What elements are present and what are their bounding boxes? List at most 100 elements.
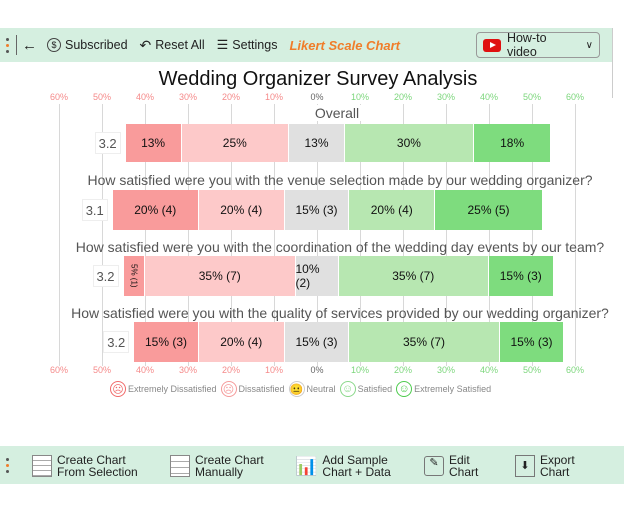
legend-item: ☹ Extremely Dissatisfied bbox=[110, 381, 217, 397]
face-icon: ☺ bbox=[339, 381, 356, 397]
bar-segment: 20% (4) bbox=[112, 190, 199, 230]
drag-handle-icon[interactable] bbox=[6, 457, 9, 473]
sliders-icon: ☰ bbox=[216, 37, 229, 52]
x-tick-top: 40% bbox=[479, 92, 499, 102]
x-tick-top: 10% bbox=[264, 92, 284, 102]
bar-segment: 35% (7) bbox=[145, 256, 296, 296]
howto-label: How-to video bbox=[506, 31, 547, 59]
x-tick-top: 50% bbox=[92, 92, 112, 102]
gridline bbox=[575, 104, 576, 366]
mean-score: 3.2 bbox=[103, 331, 130, 353]
likert-chart: Wedding Organizer Survey Analysis 60% 60%… bbox=[0, 62, 624, 442]
bar-segment: 5% (1) bbox=[123, 256, 145, 296]
legend-item: ☺ Extremely Satisfied bbox=[396, 381, 491, 397]
form-icon bbox=[170, 455, 190, 477]
x-tick-top: 20% bbox=[393, 92, 413, 102]
sample-chart-icon: 📊 bbox=[295, 456, 318, 476]
x-tick-bottom: 30% bbox=[436, 365, 456, 375]
add-sample-chart-button[interactable]: 📊 Add Sample Chart + Data bbox=[295, 454, 391, 478]
bar-segment: 15% (3) bbox=[489, 256, 554, 296]
x-tick-bottom: 20% bbox=[221, 365, 241, 375]
settings-label: Settings bbox=[232, 38, 278, 52]
x-tick-bottom: 0% bbox=[310, 365, 324, 375]
legend-label: Extremely Dissatisfied bbox=[128, 384, 217, 394]
question-label: How satisfied were you with the coordina… bbox=[75, 239, 605, 255]
x-tick-top: 20% bbox=[221, 92, 241, 102]
create-chart-manually-button[interactable]: Create Chart Manually bbox=[170, 454, 264, 478]
bar-segment: 15% (3) bbox=[284, 322, 350, 362]
x-tick-bottom: 50% bbox=[92, 365, 112, 375]
how-to-video-dropdown[interactable]: How-to video ∨ bbox=[476, 31, 600, 59]
bar-segment: 15% (3) bbox=[284, 190, 350, 230]
gridline bbox=[59, 104, 60, 366]
question-label: Overall bbox=[290, 105, 384, 121]
subscribed-label: Subscribed bbox=[65, 38, 128, 52]
x-tick-bottom: 10% bbox=[264, 365, 284, 375]
b1-line2: From Selection bbox=[57, 465, 138, 479]
x-tick-bottom: 10% bbox=[350, 365, 370, 375]
bar-segment: 35% (7) bbox=[338, 256, 489, 296]
dollar-icon: $ bbox=[47, 38, 61, 52]
top-toolbar: ← $ Subscribed ↶ Reset All ☰ Settings Liker… bbox=[0, 28, 612, 62]
reset-icon: ↶ bbox=[139, 36, 152, 53]
x-tick-top: 50% bbox=[522, 92, 542, 102]
settings-button[interactable]: ☰ Settings bbox=[217, 37, 278, 53]
bar-segment: 13% bbox=[289, 124, 345, 162]
face-icon: ☹ bbox=[220, 381, 237, 397]
x-tick-bottom: 30% bbox=[178, 365, 198, 375]
legend-label: Neutral bbox=[306, 384, 336, 394]
youtube-icon bbox=[483, 38, 501, 52]
b4-line2: Chart bbox=[449, 465, 479, 479]
back-arrow-icon[interactable]: ← bbox=[22, 37, 37, 54]
b3-line2: Chart + Data bbox=[322, 465, 391, 479]
drag-handle-icon[interactable] bbox=[6, 37, 9, 53]
bottom-toolbar: Create Chart From Selection Create Chart M… bbox=[0, 446, 624, 484]
question-label: How satisfied were you with the quality … bbox=[71, 305, 609, 321]
b5-line2: Chart bbox=[540, 465, 570, 479]
bar-segment: 25% (5) bbox=[435, 190, 543, 230]
x-tick-top: 60% bbox=[565, 92, 585, 102]
x-tick-bottom: 40% bbox=[479, 365, 499, 375]
face-icon: ☺ bbox=[396, 381, 413, 397]
reset-all-button[interactable]: ↶ Reset All bbox=[140, 37, 205, 54]
x-tick-top: 10% bbox=[350, 92, 370, 102]
create-chart-from-selection-button[interactable]: Create Chart From Selection bbox=[32, 454, 138, 478]
bar-segment: 10% (2) bbox=[295, 256, 339, 296]
chart-title: Wedding Organizer Survey Analysis bbox=[158, 68, 478, 90]
face-icon: 😐 bbox=[288, 381, 305, 397]
x-tick-bottom: 60% bbox=[565, 365, 585, 375]
mean-score: 3.2 bbox=[94, 132, 121, 154]
table-icon bbox=[32, 455, 52, 477]
x-tick-bottom: 50% bbox=[522, 365, 542, 375]
bar-segment: 15% (3) bbox=[134, 322, 199, 362]
x-tick-bottom: 20% bbox=[393, 365, 413, 375]
b2-line2: Manually bbox=[195, 465, 244, 479]
x-tick-top: 60% bbox=[49, 92, 69, 102]
bar-segment: 25% bbox=[181, 124, 290, 162]
bar-segment: 18% bbox=[473, 124, 552, 162]
legend-label: Dissatisfied bbox=[238, 384, 285, 394]
export-chart-button[interactable]: ⬇ Export Chart bbox=[515, 454, 575, 478]
x-tick-bottom: 40% bbox=[135, 365, 155, 375]
legend-label: Extremely Satisfied bbox=[414, 384, 492, 394]
legend-item: 😐 Neutral bbox=[288, 381, 336, 397]
bar-segment: 20% (4) bbox=[198, 190, 285, 230]
x-tick-top: 0% bbox=[310, 92, 324, 102]
legend: ☹ Extremely Dissatisfied ☹ Dissatisfied 😐 Neu… bbox=[110, 381, 493, 397]
x-tick-top: 30% bbox=[178, 92, 198, 102]
face-icon: ☹ bbox=[110, 381, 126, 397]
bar-segment: 20% (4) bbox=[349, 190, 436, 230]
edit-chart-button[interactable]: ✎ Edit Chart bbox=[424, 454, 478, 478]
app-title: Likert Scale Chart bbox=[289, 37, 400, 53]
legend-label: Satisfied bbox=[357, 384, 393, 394]
subscribed-button[interactable]: $ Subscribed bbox=[47, 38, 128, 52]
reset-label: Reset All bbox=[155, 38, 205, 52]
mean-score: 3.1 bbox=[81, 199, 108, 221]
bar-segment: 15% (3) bbox=[499, 322, 565, 362]
legend-item: ☹ Dissatisfied bbox=[220, 381, 285, 397]
x-tick-top: 30% bbox=[436, 92, 456, 102]
bar-segment: 30% bbox=[344, 124, 474, 162]
x-tick-top: 40% bbox=[135, 92, 155, 102]
bar-segment: 13% bbox=[125, 124, 182, 162]
bar-segment: 35% (7) bbox=[349, 322, 500, 362]
